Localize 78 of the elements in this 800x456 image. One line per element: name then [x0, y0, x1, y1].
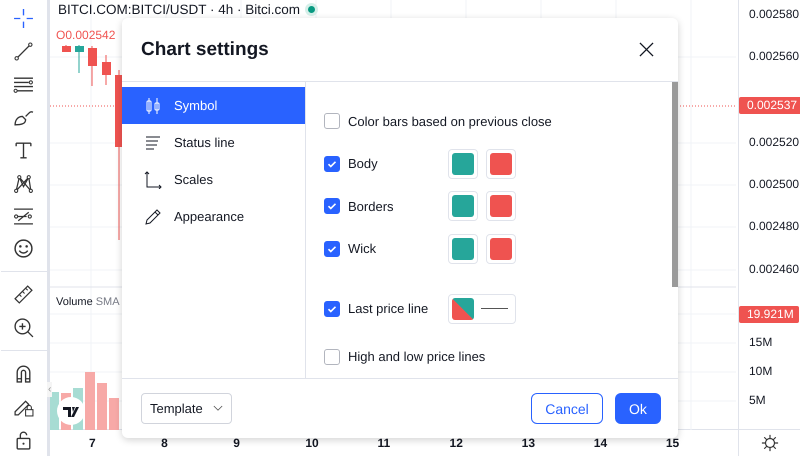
scrollbar[interactable]	[672, 82, 678, 287]
time-tick: 8	[161, 436, 169, 450]
dialog-title: Chart settings	[141, 38, 269, 60]
color-swatch[interactable]	[452, 152, 474, 175]
time-tick: 15	[666, 436, 680, 450]
color-swatch[interactable]	[452, 195, 474, 218]
template-dropdown[interactable]: Template	[141, 393, 232, 424]
checkbox[interactable]	[324, 198, 340, 214]
volume-label: Volume	[56, 296, 93, 308]
nav-tab[interactable]: Scales	[122, 161, 305, 198]
price-tick: 0.002500	[749, 177, 800, 191]
prediction-icon[interactable]	[13, 206, 34, 227]
setting-label: Last price line	[348, 301, 430, 316]
setting-label: Body	[348, 156, 379, 172]
settings-icon[interactable]	[760, 434, 778, 452]
volume-bar	[97, 383, 107, 430]
time-tick: 9	[233, 436, 241, 450]
last-price-badge: 0.002537	[739, 97, 800, 114]
time-tick: 12	[450, 436, 464, 450]
checkbox[interactable]	[324, 348, 340, 365]
price-tick: 0.002520	[749, 135, 800, 149]
candles-icon	[144, 96, 162, 114]
chevron-icon	[213, 405, 223, 412]
time-tick: 13	[522, 436, 536, 450]
crosshair-icon[interactable]	[13, 8, 34, 29]
ohlc-value: O0.002542	[56, 28, 116, 42]
symbol-title: BITCI.COM:BITCI/USDT · 4h · Bitci.com	[58, 2, 300, 17]
price-tick: 0.002480	[749, 219, 800, 233]
price-tick: 0.002560	[749, 49, 800, 63]
color-swatch[interactable]	[452, 298, 474, 320]
candle	[102, 54, 111, 86]
nav-tab[interactable]: Status line	[122, 124, 305, 161]
setting-label: High and low price lines	[348, 349, 486, 364]
checkbox[interactable]	[324, 113, 340, 130]
price-tick: 0.002460	[749, 262, 800, 276]
pencil-icon	[144, 208, 162, 226]
setting-label: Wick	[348, 241, 378, 256]
zoom-in-icon[interactable]	[13, 317, 34, 338]
volume-tick: 5M	[749, 393, 766, 407]
time-tick: 7	[89, 436, 97, 450]
logo-icon[interactable]	[57, 397, 85, 425]
close-icon[interactable]	[639, 42, 654, 57]
volume-bar	[50, 392, 59, 430]
price-tick: 0.002580	[749, 7, 800, 21]
volume-bar	[109, 398, 119, 430]
volume-bar	[85, 372, 95, 430]
candle	[62, 44, 71, 52]
nav-tab[interactable]: Appearance	[122, 198, 305, 235]
time-tick: 10	[305, 436, 320, 450]
color-swatch[interactable]	[490, 238, 512, 260]
lines-icon	[144, 134, 162, 152]
cancel-button[interactable]: Cancel	[531, 393, 603, 424]
color-swatch[interactable]	[490, 152, 512, 175]
pattern-icon[interactable]	[13, 172, 34, 194]
checkbox[interactable]	[324, 300, 340, 317]
setting-label: Borders	[348, 198, 395, 214]
candle	[75, 44, 84, 74]
line-style-icon[interactable]	[481, 308, 508, 310]
checkbox[interactable]	[324, 240, 340, 257]
volume-sma-label: SMA	[96, 296, 120, 308]
text-icon[interactable]	[13, 140, 34, 161]
color-swatch[interactable]	[490, 195, 512, 218]
volume-tick: 15M	[749, 335, 772, 349]
smiley-icon[interactable]	[13, 238, 34, 260]
volume-badge: 19.921M	[739, 306, 799, 323]
setting-label: Color bars based on previous close	[348, 114, 552, 129]
volume-tick: 10M	[749, 364, 772, 378]
trend-line-icon[interactable]	[13, 40, 34, 62]
checkbox[interactable]	[324, 156, 340, 172]
axes-icon	[144, 170, 162, 188]
ruler-icon[interactable]	[13, 284, 34, 306]
candle	[88, 46, 97, 86]
color-swatch[interactable]	[452, 238, 474, 260]
status-dot	[308, 6, 316, 13]
time-tick: 14	[594, 436, 608, 450]
ok-button[interactable]: Ok	[615, 393, 661, 424]
time-tick: 11	[377, 436, 392, 450]
nav-tab[interactable]: Symbol	[122, 87, 305, 124]
